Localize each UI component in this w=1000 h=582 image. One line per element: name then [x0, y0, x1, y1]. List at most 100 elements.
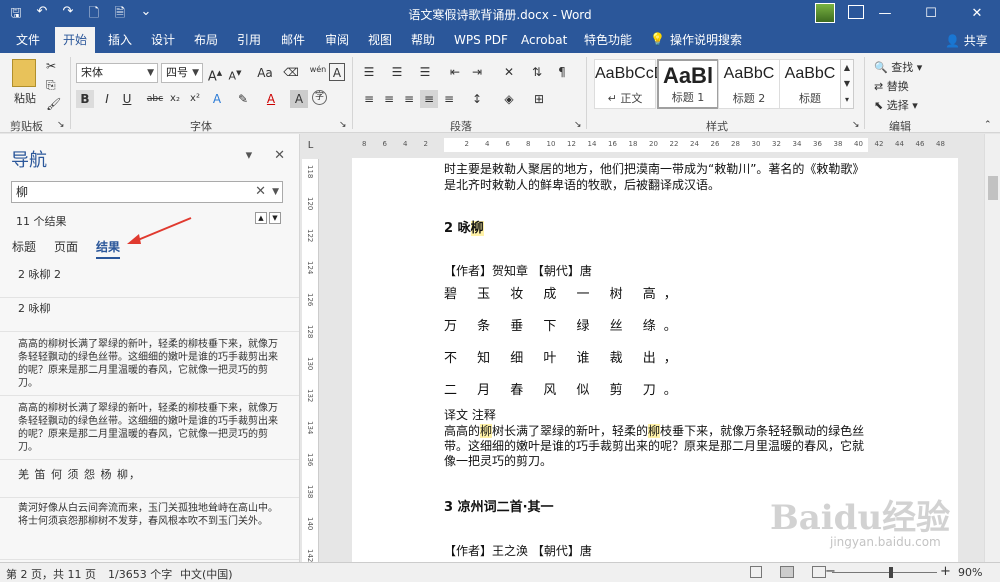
- tab-9[interactable]: 帮助: [403, 27, 443, 53]
- print-layout-icon[interactable]: [780, 566, 794, 578]
- nav-result-item[interactable]: 羌 笛 何 须 怨 杨 柳，: [0, 468, 299, 498]
- tab-8[interactable]: 视图: [360, 27, 400, 53]
- paragraph-launcher-icon[interactable]: ↘: [574, 120, 582, 130]
- shading-icon[interactable]: ◈: [500, 90, 518, 108]
- styles-launcher-icon[interactable]: ↘: [852, 120, 860, 130]
- align-right-icon[interactable]: ≡: [400, 90, 418, 108]
- tab-1[interactable]: 开始: [55, 27, 96, 53]
- cut-icon[interactable]: ✂: [46, 59, 56, 73]
- nav-tab-pages[interactable]: 页面: [54, 238, 78, 255]
- nav-result-item[interactable]: 2 咏柳 2: [0, 268, 299, 298]
- chevron-down-icon[interactable]: ▾: [246, 148, 253, 163]
- tab-13[interactable]: 操作说明搜索: [662, 27, 750, 53]
- text-effects-icon[interactable]: A: [208, 90, 226, 108]
- tab-5[interactable]: 引用: [229, 27, 269, 53]
- language-indicator[interactable]: 中文(中国): [180, 566, 233, 582]
- superscript-button[interactable]: x²: [186, 90, 204, 108]
- tab-2[interactable]: 插入: [100, 27, 140, 53]
- distributed-icon[interactable]: ≡: [440, 90, 458, 108]
- underline-button[interactable]: U: [118, 90, 136, 108]
- replace-button[interactable]: ⇄ 替换: [874, 78, 909, 94]
- align-center-icon[interactable]: ≡: [380, 90, 398, 108]
- paste-label[interactable]: 粘贴: [14, 90, 36, 106]
- maximize-button[interactable]: ☐: [908, 0, 954, 27]
- font-size-combo[interactable]: 四号 ▼: [161, 63, 203, 83]
- select-button[interactable]: ⬉ 选择 ▾: [874, 97, 918, 113]
- numbering-icon[interactable]: ☰: [388, 63, 406, 81]
- clear-formatting-icon[interactable]: ⌫: [282, 64, 300, 82]
- subscript-button[interactable]: x₂: [166, 90, 184, 108]
- borders-icon[interactable]: ⊞: [530, 90, 548, 108]
- word-count[interactable]: 1/3653 个字: [108, 566, 172, 582]
- nav-tab-results[interactable]: 结果: [96, 238, 121, 259]
- paste-icon[interactable]: [12, 59, 36, 87]
- bold-button[interactable]: B: [76, 90, 94, 108]
- vertical-scrollbar[interactable]: [984, 134, 1000, 562]
- styles-scroll-buttons[interactable]: ▲ ▼ ▾: [840, 59, 854, 109]
- nav-result-item[interactable]: 黄河好像从白云间奔流而来，玉门关孤独地耸峙在高山中。将士何须哀怨那柳树不发芽，春…: [0, 502, 299, 560]
- copy-icon[interactable]: ⎘: [46, 78, 56, 93]
- zoom-level[interactable]: 90%: [958, 566, 982, 579]
- line-spacing-icon[interactable]: ↕: [468, 90, 486, 108]
- zoom-in-button[interactable]: +: [940, 564, 951, 579]
- sort-icon[interactable]: ⇅: [528, 63, 546, 81]
- read-mode-icon[interactable]: [750, 566, 762, 578]
- bullets-icon[interactable]: ☰: [360, 63, 378, 81]
- nav-search-input[interactable]: 柳 ✕ ▼: [11, 181, 283, 203]
- multilevel-list-icon[interactable]: ☰: [416, 63, 434, 81]
- justify-icon[interactable]: ≡: [420, 90, 438, 108]
- enclose-char-icon[interactable]: 字: [312, 90, 327, 105]
- next-result-icon[interactable]: ▼: [269, 212, 281, 224]
- share-button[interactable]: 👤 共享: [945, 32, 988, 49]
- shrink-font-icon[interactable]: A▼: [226, 64, 244, 83]
- tab-10[interactable]: WPS PDF: [446, 27, 516, 53]
- minimize-button[interactable]: —: [862, 0, 908, 27]
- font-name-combo[interactable]: 宋体 ▼: [76, 63, 158, 83]
- style-gallery-item[interactable]: AaBbC 标题 2: [718, 59, 780, 109]
- previous-result-icon[interactable]: ▲: [255, 212, 267, 224]
- char-shading-icon[interactable]: A: [290, 90, 308, 108]
- change-case-button[interactable]: Aa: [254, 64, 276, 82]
- zoom-slider-thumb[interactable]: [889, 567, 893, 578]
- user-avatar[interactable]: [815, 3, 835, 23]
- find-button[interactable]: 🔍 查找 ▾: [874, 59, 922, 75]
- chinese-layout-icon[interactable]: ✕: [500, 63, 518, 81]
- tab-selector[interactable]: L: [302, 134, 319, 158]
- style-gallery-item[interactable]: AaBbC 标题: [779, 59, 841, 109]
- font-launcher-icon[interactable]: ↘: [339, 120, 347, 130]
- nav-tab-headings[interactable]: 标题: [12, 238, 36, 255]
- align-left-icon[interactable]: ≡: [360, 90, 378, 108]
- search-options-icon[interactable]: ▼: [272, 182, 279, 202]
- tab-12[interactable]: 特色功能: [576, 27, 640, 53]
- style-gallery-item[interactable]: AaBbCcDı ↵ 正文: [594, 59, 670, 109]
- nav-result-item[interactable]: 2 咏柳: [0, 302, 299, 332]
- italic-button[interactable]: I: [98, 90, 116, 108]
- nav-result-item[interactable]: 高高的柳树长满了翠绿的新叶，轻柔的柳枝垂下来，就像万条轻轻飘动的绿色丝带。这细细…: [0, 402, 299, 460]
- style-gallery-item[interactable]: AaBl 标题 1: [657, 59, 719, 109]
- close-button[interactable]: ✕: [954, 0, 1000, 27]
- highlight-icon[interactable]: ✎: [234, 90, 252, 108]
- format-painter-icon[interactable]: 🖌: [46, 97, 61, 111]
- increase-indent-icon[interactable]: ⇥: [468, 63, 486, 81]
- clipboard-launcher-icon[interactable]: ↘: [57, 120, 65, 130]
- grow-font-icon[interactable]: A▲: [206, 64, 224, 84]
- phonetic-guide-button[interactable]: wén: [306, 61, 330, 79]
- page-count[interactable]: 第 2 页，共 11 页: [6, 566, 96, 582]
- scrollbar-thumb[interactable]: [988, 176, 998, 200]
- decrease-indent-icon[interactable]: ⇤: [446, 63, 464, 81]
- tab-0[interactable]: 文件: [8, 27, 48, 53]
- clear-search-icon[interactable]: ✕: [255, 182, 266, 202]
- collapse-ribbon-icon[interactable]: ⌃: [984, 120, 992, 130]
- strikethrough-button[interactable]: abc: [144, 90, 166, 108]
- tab-3[interactable]: 设计: [143, 27, 183, 53]
- nav-result-item[interactable]: 高高的柳树长满了翠绿的新叶，轻柔的柳枝垂下来，就像万条轻轻飘动的绿色丝带。这细细…: [0, 338, 299, 396]
- zoom-slider[interactable]: [832, 572, 937, 573]
- font-color-icon[interactable]: A: [262, 90, 280, 108]
- tab-6[interactable]: 邮件: [273, 27, 313, 53]
- char-border-button[interactable]: A: [329, 63, 345, 81]
- tab-11[interactable]: Acrobat: [513, 27, 575, 53]
- show-marks-icon[interactable]: ¶: [553, 63, 571, 81]
- web-layout-icon[interactable]: [812, 566, 826, 578]
- tab-4[interactable]: 布局: [186, 27, 226, 53]
- close-icon[interactable]: ✕: [274, 148, 285, 163]
